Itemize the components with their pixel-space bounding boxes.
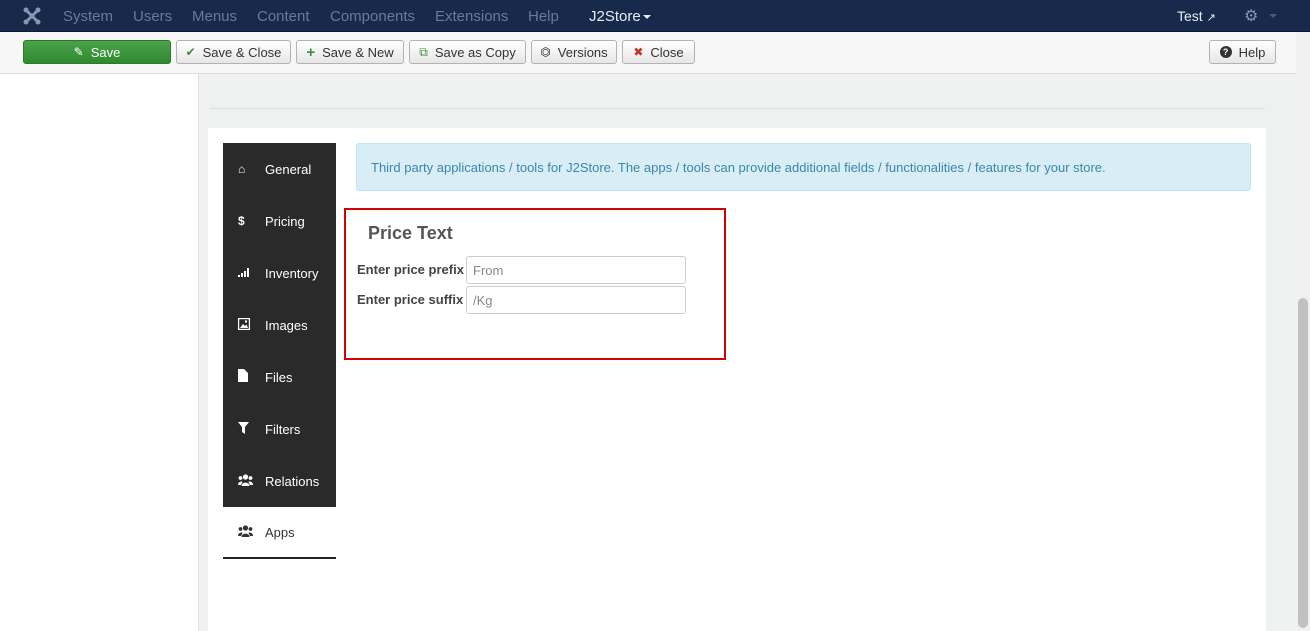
users-icon — [238, 473, 258, 489]
versions-label: Versions — [557, 44, 608, 60]
question-circle-icon: ? — [1219, 46, 1232, 58]
file-icon — [238, 369, 258, 385]
price-prefix-input[interactable] — [466, 256, 686, 284]
chevron-down-icon[interactable] — [1269, 14, 1277, 18]
tab-images[interactable]: Images — [223, 299, 336, 351]
tab-label: Pricing — [265, 213, 305, 229]
nav-system[interactable]: System — [63, 8, 113, 25]
tab-apps[interactable]: Apps — [223, 507, 336, 559]
product-panel — [208, 128, 1266, 631]
tab-pricing[interactable]: $ Pricing — [223, 195, 336, 247]
alert-text: Third party applications / tools for J2S… — [371, 159, 1106, 175]
tab-label: Inventory — [265, 265, 319, 281]
check-icon: ✔ — [185, 45, 196, 59]
home-icon: ⌂ — [238, 162, 246, 176]
price-text-title: Price Text — [368, 223, 453, 243]
tab-filters[interactable]: Filters — [223, 403, 336, 455]
price-prefix-label: Enter price prefix — [357, 262, 464, 277]
tab-relations[interactable]: Relations — [223, 455, 336, 507]
chevron-down-icon — [642, 15, 651, 20]
price-suffix-input[interactable] — [466, 286, 686, 314]
nav-j2store[interactable]: J2Store — [589, 8, 651, 25]
nav-components[interactable]: Components — [330, 8, 415, 25]
nav-j2store-label: J2Store — [589, 8, 641, 25]
save-button-label: Save — [90, 44, 121, 60]
user-name: Test — [1177, 8, 1203, 24]
plus-icon: + — [306, 43, 316, 61]
left-sidebar-area — [0, 74, 199, 631]
close-label: Close — [650, 44, 684, 60]
versions-button[interactable]: ⏣ Versions — [531, 40, 617, 64]
help-button[interactable]: ? Help — [1209, 40, 1276, 64]
filter-icon — [238, 421, 258, 437]
close-button[interactable]: ✖ Close — [622, 40, 695, 64]
joomla-logo-icon[interactable] — [22, 6, 42, 26]
tab-label: Filters — [265, 421, 301, 437]
price-text-box: Price Text Enter price prefix Enter pric… — [344, 208, 726, 360]
copy-icon: ⧉ — [419, 45, 428, 59]
tab-label: General — [265, 161, 312, 177]
tab-label: Relations — [265, 473, 320, 489]
save-new-label: Save & New — [322, 44, 394, 60]
save-close-label: Save & Close — [202, 44, 282, 60]
divider — [210, 108, 1265, 109]
edit-icon: ✎ — [73, 45, 84, 59]
users-icon — [238, 524, 258, 540]
signal-icon — [238, 266, 258, 280]
tab-label: Files — [265, 369, 293, 385]
tab-inventory[interactable]: Inventory — [223, 247, 336, 299]
user-site-link[interactable]: Test ↗ — [1177, 8, 1216, 24]
save-new-button[interactable]: + Save & New — [296, 40, 404, 64]
help-label: Help — [1238, 44, 1266, 60]
nav-help[interactable]: Help — [528, 8, 559, 25]
nav-users[interactable]: Users — [133, 8, 172, 25]
tab-files[interactable]: Files — [223, 351, 336, 403]
toolbar: ✎ Save ✔ Save & Close + Save & New ⧉ Sav… — [0, 32, 1296, 74]
save-copy-button[interactable]: ⧉ Save as Copy — [409, 40, 526, 64]
admin-navbar: System Users Menus Content Components Ex… — [0, 0, 1310, 32]
image-icon — [237, 317, 258, 333]
dollar-icon: $ — [238, 214, 245, 228]
nav-menus[interactable]: Menus — [192, 8, 237, 25]
nav-content[interactable]: Content — [257, 8, 310, 25]
tab-label: Apps — [265, 524, 295, 540]
price-suffix-label: Enter price suffix — [357, 292, 464, 307]
tab-general[interactable]: ⌂ General — [223, 143, 336, 195]
scrollbar-thumb[interactable] — [1298, 298, 1308, 628]
save-close-button[interactable]: ✔ Save & Close — [176, 40, 291, 64]
save-copy-label: Save as Copy — [434, 44, 516, 60]
gear-icon[interactable]: ⚙ — [1244, 6, 1258, 26]
product-tabs: ⌂ General $ Pricing Inventory Images Fil… — [223, 143, 336, 559]
tab-label: Images — [265, 317, 308, 333]
page-scrollbar[interactable] — [1296, 32, 1310, 631]
save-button[interactable]: ✎ Save — [23, 40, 171, 64]
archive-icon: ⏣ — [540, 45, 551, 59]
apps-info-alert: Third party applications / tools for J2S… — [356, 143, 1251, 191]
close-circle-icon: ✖ — [633, 45, 644, 59]
external-link-icon: ↗ — [1206, 12, 1216, 24]
nav-extensions[interactable]: Extensions — [435, 8, 508, 25]
